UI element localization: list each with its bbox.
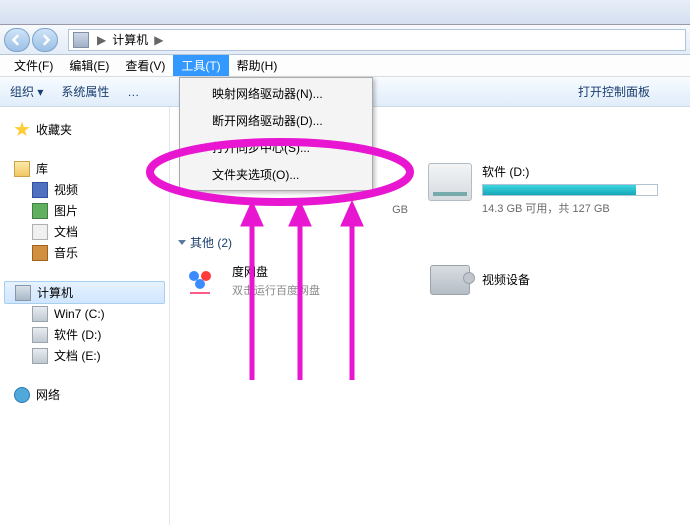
menu-view[interactable]: 查看(V) bbox=[117, 55, 173, 76]
sidebar-label: 软件 (D:) bbox=[54, 326, 101, 343]
sidebar-label: 收藏夹 bbox=[36, 121, 72, 138]
back-button[interactable] bbox=[4, 28, 30, 52]
sidebar-music[interactable]: 音乐 bbox=[0, 242, 169, 263]
sidebar-drive-c[interactable]: Win7 (C:) bbox=[0, 304, 169, 324]
drive-icon bbox=[32, 327, 48, 343]
item-subtitle: 双击运行百度网盘 bbox=[232, 282, 320, 298]
item-name: 视频设备 bbox=[482, 271, 530, 288]
sidebar-label: 文档 (E:) bbox=[54, 347, 101, 364]
chevron-down-icon bbox=[178, 240, 186, 245]
breadcrumb-seg[interactable]: 计算机 bbox=[110, 31, 150, 48]
section-label: 其他 (2) bbox=[190, 234, 232, 251]
dd-folder-options[interactable]: 文件夹选项(O)... bbox=[182, 161, 370, 188]
star-icon bbox=[14, 122, 30, 138]
drive-free-text: GB bbox=[392, 204, 408, 216]
dd-open-sync-center[interactable]: 打开同步中心(S)... bbox=[182, 134, 370, 161]
sidebar-label: 网络 bbox=[36, 386, 60, 403]
breadcrumb-sep: ▶ bbox=[150, 33, 167, 47]
breadcrumb-sep: ▶ bbox=[93, 33, 110, 47]
sidebar-label: 库 bbox=[36, 160, 48, 177]
sidebar-network[interactable]: 网络 bbox=[0, 384, 169, 405]
pictures-icon bbox=[32, 203, 48, 219]
open-control-panel-button[interactable]: 打开控制面板 bbox=[578, 83, 650, 100]
computer-icon bbox=[73, 32, 89, 48]
sidebar-label: 文档 bbox=[54, 223, 78, 240]
menu-file[interactable]: 文件(F) bbox=[6, 55, 61, 76]
drive-free-text: 14.3 GB 可用，共 127 GB bbox=[482, 200, 658, 216]
drive-icon bbox=[32, 306, 48, 322]
menu-tools[interactable]: 工具(T) bbox=[173, 55, 228, 76]
sidebar-pictures[interactable]: 图片 bbox=[0, 200, 169, 221]
sidebar-label: 计算机 bbox=[37, 284, 73, 301]
breadcrumb[interactable]: ▶ 计算机 ▶ bbox=[68, 29, 686, 51]
sys-properties-button[interactable]: 系统属性 bbox=[61, 83, 109, 100]
sidebar-label: 图片 bbox=[54, 202, 78, 219]
sidebar-favorites[interactable]: 收藏夹 bbox=[0, 119, 169, 140]
sidebar-label: Win7 (C:) bbox=[54, 307, 105, 321]
dd-map-network-drive[interactable]: 映射网络驱动器(N)... bbox=[182, 80, 370, 107]
forward-button[interactable] bbox=[32, 28, 58, 52]
drive-usage-bar bbox=[482, 184, 658, 196]
drive-usage-fill bbox=[483, 185, 636, 195]
sidebar-label: 音乐 bbox=[54, 244, 78, 261]
item-baidu-netdisk[interactable]: 度网盘 双击运行百度网盘 bbox=[178, 261, 408, 299]
documents-icon bbox=[32, 224, 48, 240]
sidebar-library[interactable]: 库 bbox=[0, 158, 169, 179]
camera-icon bbox=[428, 261, 472, 299]
library-icon bbox=[14, 161, 30, 177]
organize-button[interactable]: 组织 ▾ bbox=[10, 83, 43, 100]
video-icon bbox=[32, 182, 48, 198]
section-other[interactable]: 其他 (2) bbox=[178, 234, 682, 251]
drive-icon bbox=[428, 163, 472, 201]
dd-disconnect-network-drive[interactable]: 断开网络驱动器(D)... bbox=[182, 107, 370, 134]
baidu-icon bbox=[178, 261, 222, 299]
title-bar bbox=[0, 0, 690, 25]
tools-dropdown: 映射网络驱动器(N)... 断开网络驱动器(D)... 打开同步中心(S)...… bbox=[179, 77, 373, 191]
network-icon bbox=[14, 387, 30, 403]
computer-icon bbox=[15, 285, 31, 301]
sidebar-documents[interactable]: 文档 bbox=[0, 221, 169, 242]
sidebar-drive-d[interactable]: 软件 (D:) bbox=[0, 324, 169, 345]
sidebar-drive-e[interactable]: 文档 (E:) bbox=[0, 345, 169, 366]
item-name: 度网盘 bbox=[232, 263, 320, 280]
drive-d[interactable]: 软件 (D:) 14.3 GB 可用，共 127 GB bbox=[428, 163, 658, 216]
sidebar: 收藏夹 库 视频 图片 文档 音乐 bbox=[0, 107, 170, 525]
drive-name: 软件 (D:) bbox=[482, 163, 658, 180]
menu-bar: 文件(F) 编辑(E) 查看(V) 工具(T) 帮助(H) bbox=[0, 55, 690, 77]
music-icon bbox=[32, 245, 48, 261]
menu-help[interactable]: 帮助(H) bbox=[229, 55, 286, 76]
sidebar-label: 视频 bbox=[54, 181, 78, 198]
drive-icon bbox=[32, 348, 48, 364]
menu-edit[interactable]: 编辑(E) bbox=[61, 55, 117, 76]
nav-bar: ▶ 计算机 ▶ bbox=[0, 25, 690, 55]
item-video-device[interactable]: 视频设备 bbox=[428, 261, 658, 299]
sidebar-computer[interactable]: 计算机 bbox=[4, 281, 165, 304]
toolbar-ellipsis: … bbox=[127, 85, 139, 99]
sidebar-video[interactable]: 视频 bbox=[0, 179, 169, 200]
